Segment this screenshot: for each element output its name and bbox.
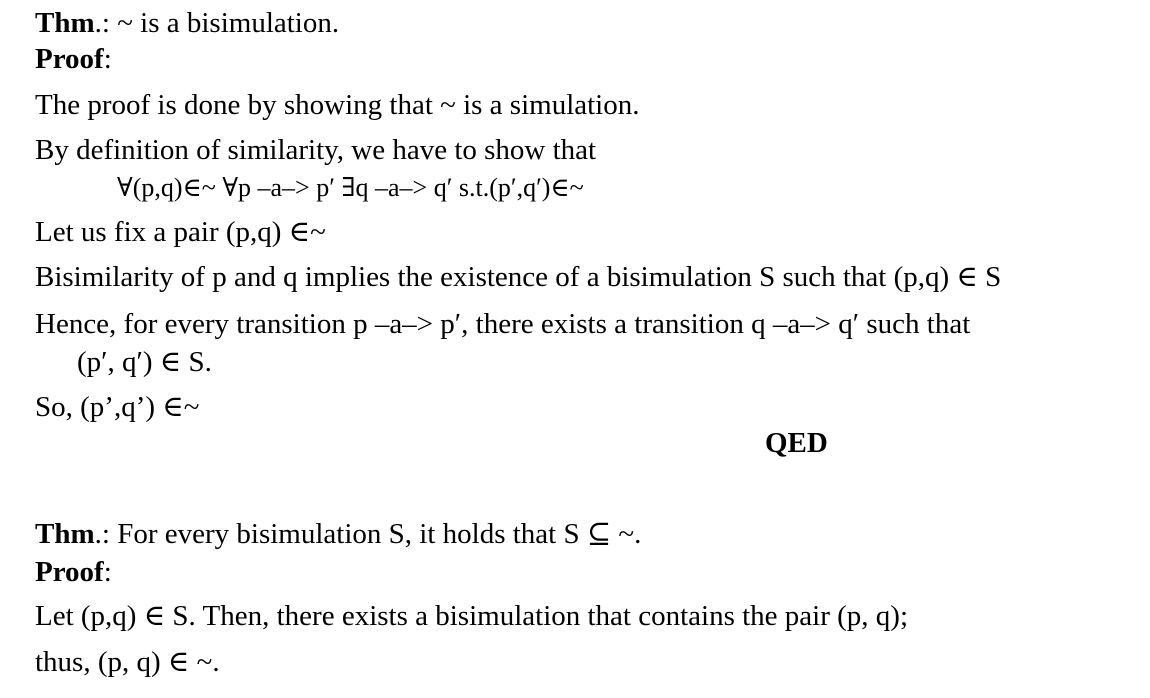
proof-2-colon: : [103,556,112,588]
theorem-1-statement: Thm.: ~ is a bisimulation. [35,6,339,40]
qed-label: QED [765,427,828,459]
theorem-2-label: Thm [35,518,95,550]
proof-1-label: Proof [35,43,104,75]
proof-2-heading: Proof: [35,555,112,589]
proof-1-line-5: Hence, for every transition p –a–> p′, t… [35,308,971,340]
proof-1-line-6: So, (p’,q’) ∈~ [35,391,200,423]
proof-1-line-4: Bisimilarity of p and q implies the exis… [35,261,1002,293]
theorem-1-colon: .: [94,7,118,39]
proof-1-colon: : [103,43,112,75]
proof-2-label: Proof [35,556,104,588]
theorem-2-colon: .: [94,518,118,550]
theorem-2-statement: Thm.: For every bisimulation S, it holds… [35,517,641,551]
proof-2-line-2: thus, (p, q) ∈ ~. [35,646,220,678]
proof-1-formula: ∀(p,q)∈~ ∀p –a–> p′ ∃q –a–> q′ s.t.(p′,q… [117,173,584,202]
theorem-1-text: ~ is a bisimulation. [117,7,340,39]
proof-1-line-2: By definition of similarity, we have to … [35,134,597,166]
proof-2-line-1: Let (p,q) ∈ S. Then, there exists a bisi… [35,600,909,632]
proof-1-heading: Proof: [35,42,112,76]
theorem-2-text: For every bisimulation S, it holds that … [117,518,642,550]
proof-1-line-5-continued: (p′, q′) ∈ S. [77,346,212,378]
proof-1-line-1: The proof is done by showing that ~ is a… [35,89,640,121]
theorem-1-label: Thm [35,7,95,39]
proof-1-line-3: Let us fix a pair (p,q) ∈~ [35,216,326,248]
